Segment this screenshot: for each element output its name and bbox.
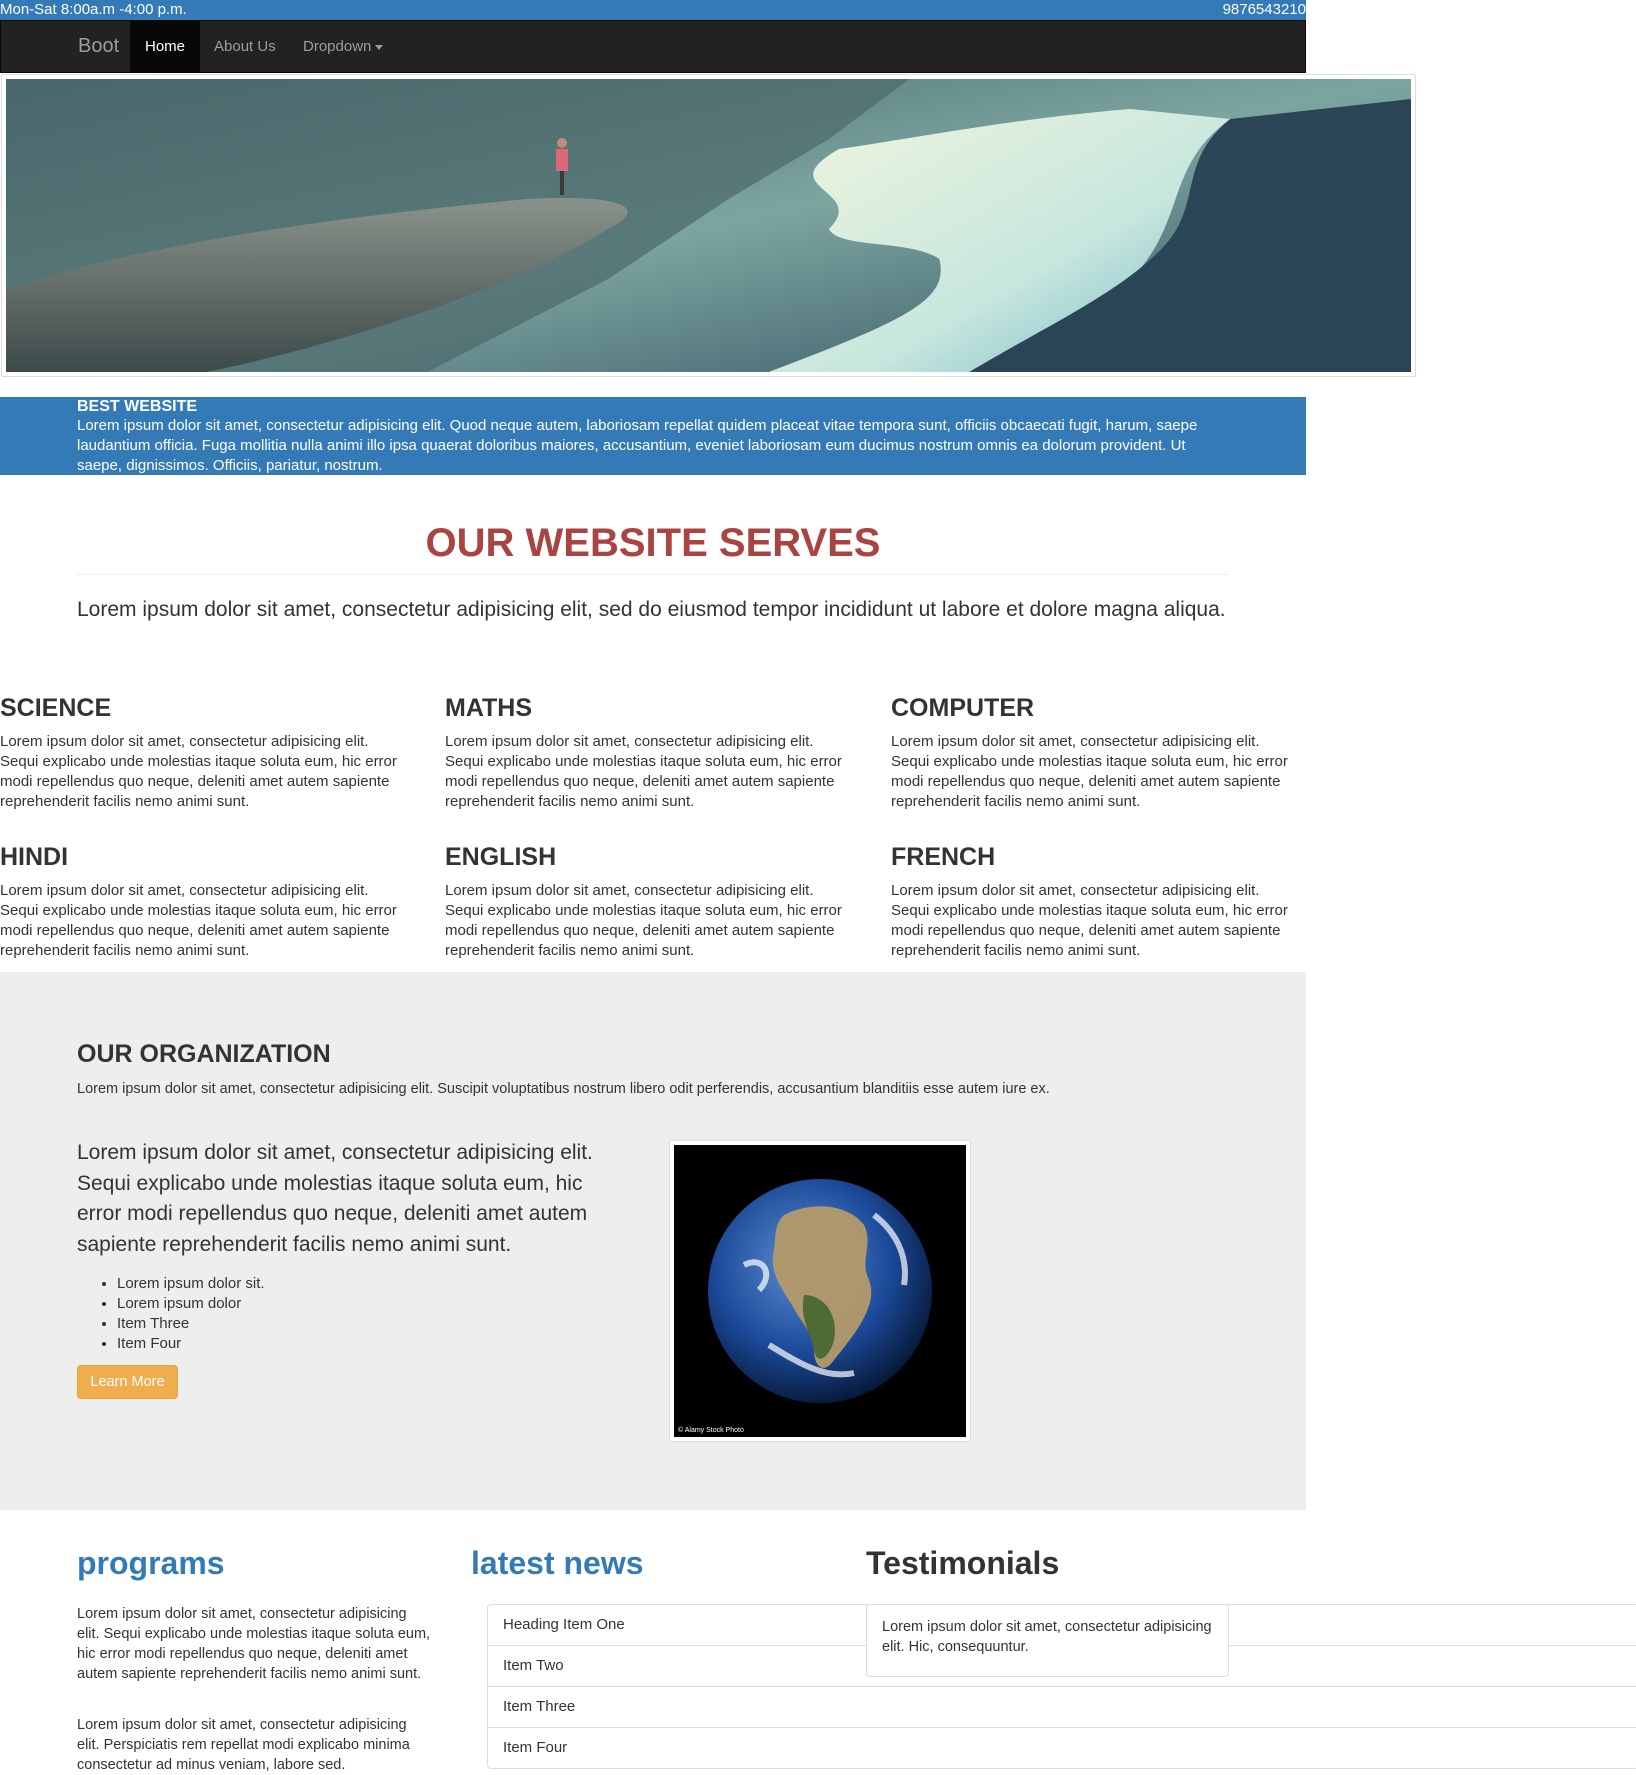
subject-science: SCIENCE Lorem ipsum dolor sit amet, cons… xyxy=(0,692,410,812)
subject-text: Lorem ipsum dolor sit amet, consectetur … xyxy=(0,733,397,810)
programs-text-2: Lorem ipsum dolor sit amet, consectetur … xyxy=(77,1717,410,1773)
news-item[interactable]: Item Three xyxy=(487,1686,1636,1728)
divider xyxy=(77,574,1229,575)
banner-text: Lorem ipsum dolor sit amet, consectetur … xyxy=(77,417,1198,474)
subject-text: Lorem ipsum dolor sit amet, consectetur … xyxy=(891,882,1288,959)
phone-number[interactable]: 9876543210 xyxy=(1223,0,1306,20)
subject-title: COMPUTER xyxy=(891,694,1035,722)
subject-french: FRENCH Lorem ipsum dolor sit amet, conse… xyxy=(891,841,1301,961)
subject-hindi: HINDI Lorem ipsum dolor sit amet, consec… xyxy=(0,841,410,961)
org-bullet-list: Lorem ipsum dolor sit. Lorem ipsum dolor… xyxy=(77,1274,265,1354)
hero-image xyxy=(1,74,1416,377)
earth-image: © Alamy Stock Photo xyxy=(669,1140,971,1442)
testimonials-heading: Testimonials xyxy=(866,1545,1060,1581)
navbar-brand[interactable]: Boot xyxy=(78,21,119,72)
navbar: Boot Home About Us Dropdown xyxy=(0,20,1306,73)
subject-text: Lorem ipsum dolor sit amet, consectetur … xyxy=(891,733,1288,810)
org-subtitle: Lorem ipsum dolor sit amet, consectetur … xyxy=(77,1081,1050,1097)
nav-about-us[interactable]: About Us xyxy=(199,21,291,72)
org-lead: Lorem ipsum dolor sit amet, consectetur … xyxy=(77,1141,593,1256)
subject-title: MATHS xyxy=(445,694,533,722)
programs-heading: programs xyxy=(77,1545,225,1581)
subject-title: SCIENCE xyxy=(0,694,112,722)
learn-more-button[interactable]: Learn More xyxy=(77,1365,178,1399)
fjord-landscape-image xyxy=(6,79,1411,372)
serves-heading: OUR WEBSITE SERVES xyxy=(425,521,881,565)
news-item[interactable]: Item Four xyxy=(487,1727,1636,1769)
earth-globe-image: © Alamy Stock Photo xyxy=(674,1145,966,1437)
programs-text-1: Lorem ipsum dolor sit amet, consectetur … xyxy=(77,1606,431,1682)
subject-computer: COMPUTER Lorem ipsum dolor sit amet, con… xyxy=(891,692,1301,812)
nav-home[interactable]: Home xyxy=(130,21,201,72)
business-hours: Mon-Sat 8:00a.m -4:00 p.m. xyxy=(0,1,187,18)
subject-title: HINDI xyxy=(0,843,69,871)
latest-news-heading: latest news xyxy=(471,1545,644,1581)
subject-english: ENGLISH Lorem ipsum dolor sit amet, cons… xyxy=(445,841,855,961)
best-website-banner: BEST WEBSITE Lorem ipsum dolor sit amet,… xyxy=(0,397,1306,475)
list-item: Lorem ipsum dolor xyxy=(117,1294,265,1314)
list-item: Lorem ipsum dolor sit. xyxy=(117,1274,265,1294)
subject-title: ENGLISH xyxy=(445,843,557,871)
subject-title: FRENCH xyxy=(891,843,996,871)
org-heading: OUR ORGANIZATION xyxy=(77,1040,331,1068)
subject-text: Lorem ipsum dolor sit amet, consectetur … xyxy=(0,882,397,959)
caret-down-icon xyxy=(375,44,384,50)
banner-title: BEST WEBSITE xyxy=(77,398,198,415)
nav-dropdown[interactable]: Dropdown xyxy=(288,21,398,72)
testimonial-card: Lorem ipsum dolor sit amet, consectetur … xyxy=(866,1604,1229,1677)
image-caption: © Alamy Stock Photo xyxy=(678,1426,744,1434)
top-info-bar: Mon-Sat 8:00a.m -4:00 p.m. 9876543210 xyxy=(0,0,1306,20)
organization-section: OUR ORGANIZATION Lorem ipsum dolor sit a… xyxy=(0,972,1306,1510)
subject-text: Lorem ipsum dolor sit amet, consectetur … xyxy=(445,882,842,959)
subject-maths: MATHS Lorem ipsum dolor sit amet, consec… xyxy=(445,692,855,812)
subject-text: Lorem ipsum dolor sit amet, consectetur … xyxy=(445,733,842,810)
list-item: Item Four xyxy=(117,1334,265,1354)
list-item: Item Three xyxy=(117,1314,265,1334)
nav-dropdown-label: Dropdown xyxy=(303,38,372,55)
serves-lead: Lorem ipsum dolor sit amet, consectetur … xyxy=(77,598,1226,621)
